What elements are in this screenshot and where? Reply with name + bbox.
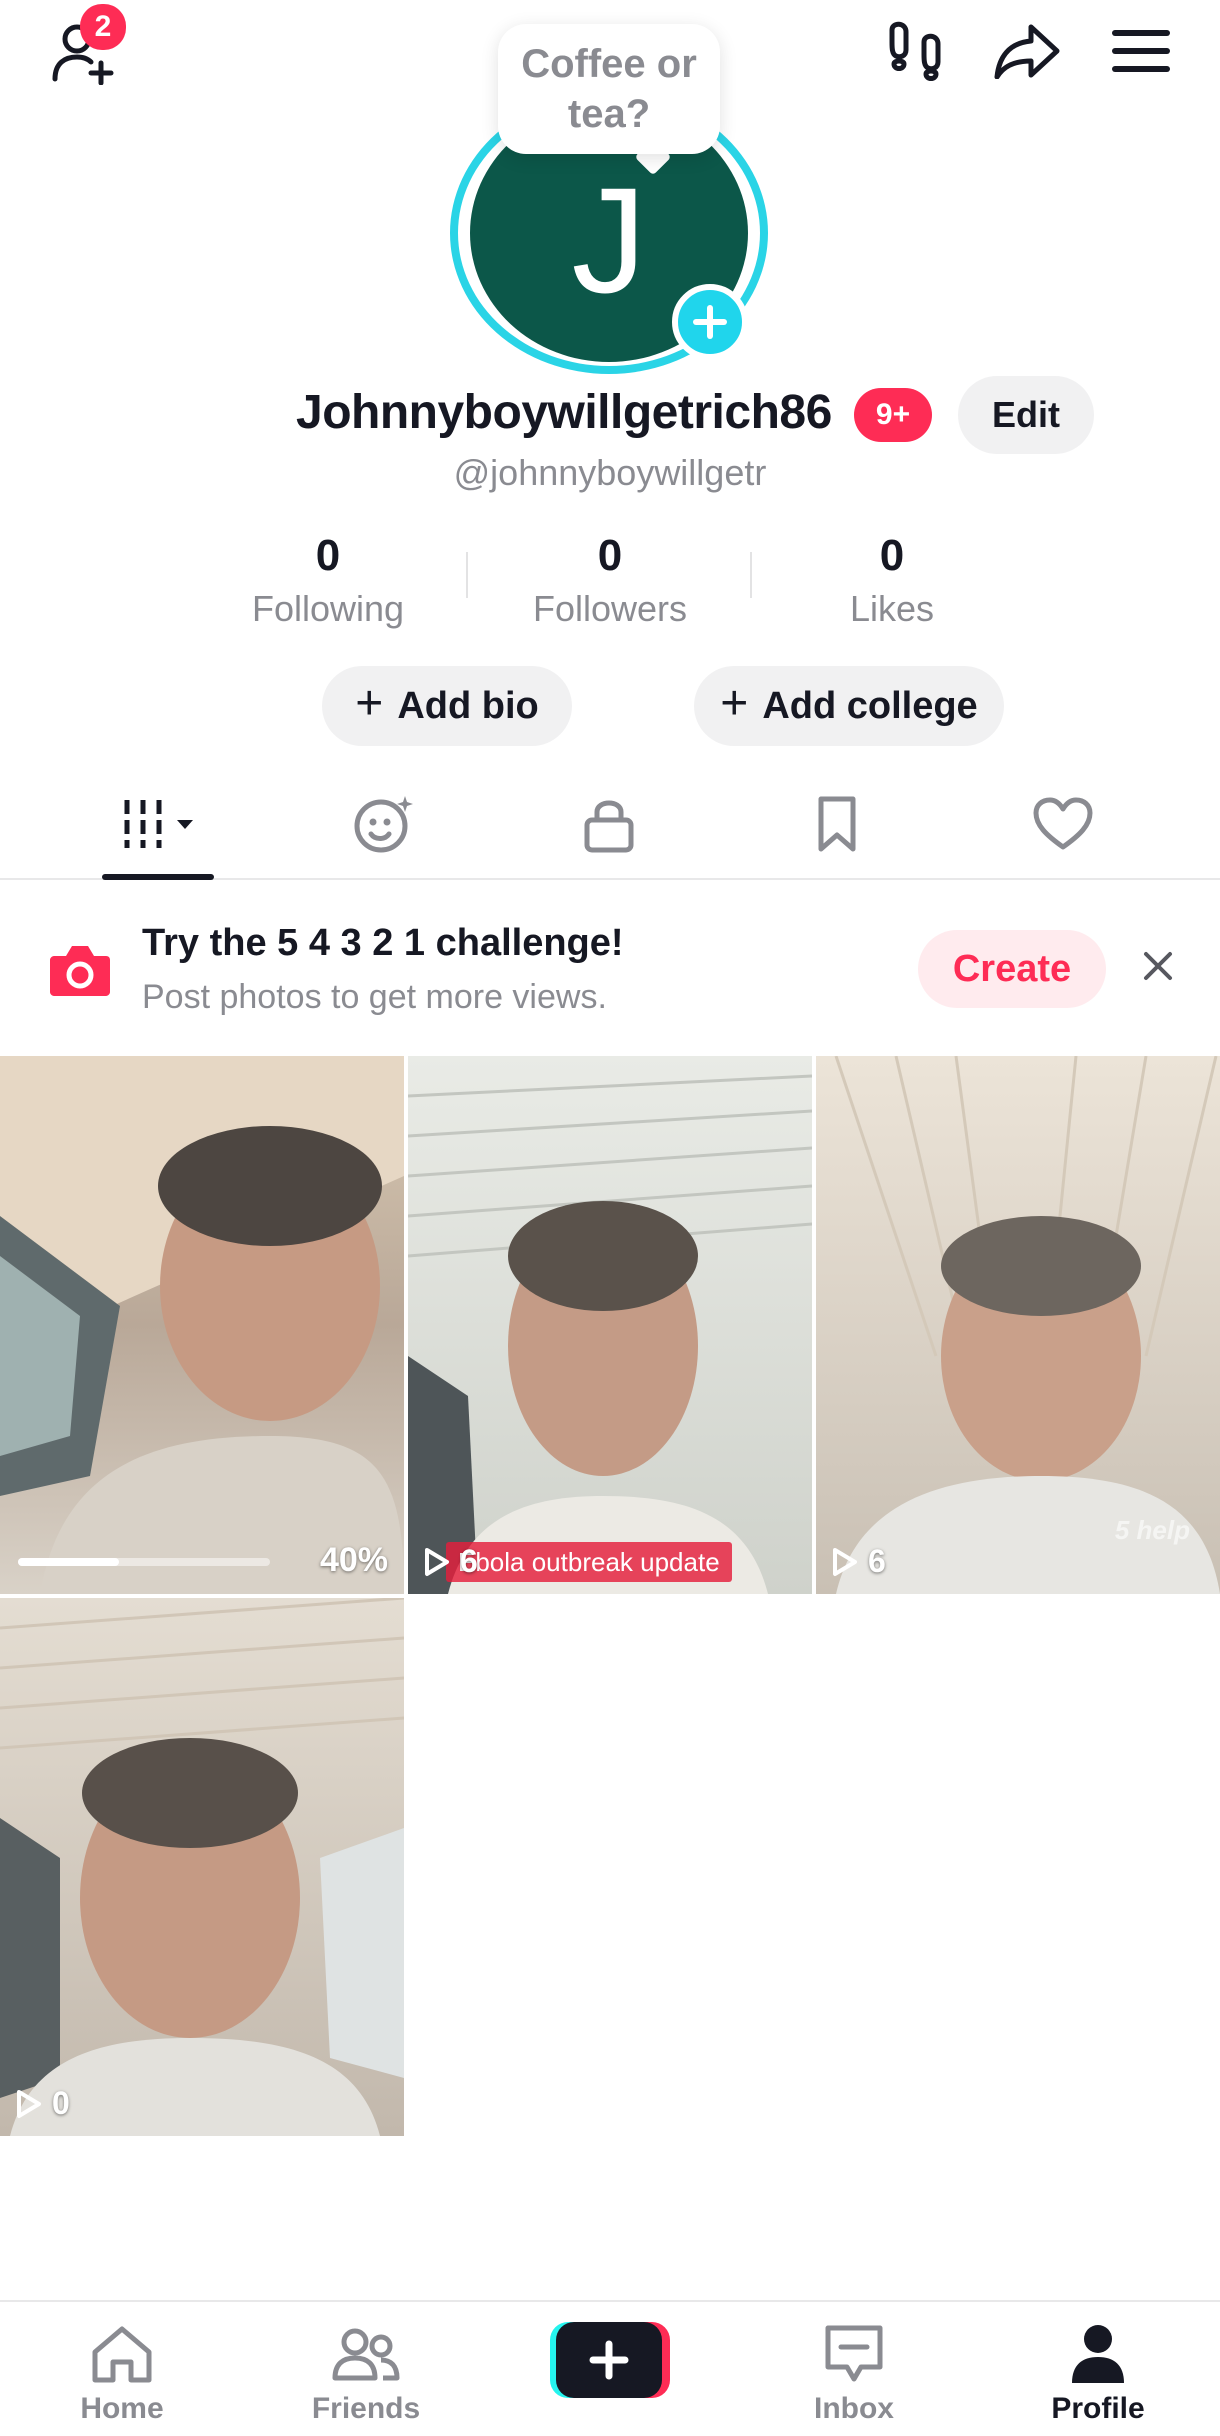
tab-videos[interactable] [46, 768, 272, 880]
tab-favorites[interactable] [724, 768, 950, 880]
tab-private[interactable] [496, 768, 722, 880]
nav-home-label: Home [80, 2392, 164, 2425]
nav-profile-label: Profile [1051, 2392, 1145, 2425]
note-bubble[interactable]: Coffee or tea? [498, 24, 720, 154]
share-profile-button[interactable] [990, 16, 1064, 86]
view-count-value: 6 [868, 1543, 886, 1579]
tab-liked[interactable] [950, 768, 1176, 880]
close-icon[interactable] [1136, 944, 1180, 988]
plus-icon: + [720, 677, 749, 730]
stat-label: Likes [849, 588, 935, 629]
nav-inbox-label: Inbox [814, 2392, 894, 2425]
create-button[interactable]: Create [918, 930, 1106, 1008]
inbox-icon [825, 2325, 883, 2382]
add-bio-button[interactable]: + Add bio [322, 666, 572, 746]
nav-friends-label: Friends [311, 2392, 421, 2425]
upload-progress-fill [18, 1558, 119, 1566]
nav-profile[interactable]: Profile [998, 2302, 1198, 2436]
stat-divider [750, 552, 752, 598]
stat-divider [466, 552, 468, 598]
video-thumbnail[interactable]: 40% [0, 1056, 404, 1594]
share-icon [994, 24, 1060, 79]
menu-icon [1112, 30, 1170, 72]
profile-tabs [0, 768, 1220, 880]
view-count-value: 0 [52, 2085, 70, 2121]
video-thumbnail-image [0, 1598, 404, 2136]
stat-label: Following [251, 588, 405, 629]
video-thumbnail-image [816, 1056, 1220, 1594]
view-count: 6 [832, 1543, 886, 1580]
add-story-button[interactable] [672, 284, 748, 360]
upload-progress-bar [18, 1558, 270, 1566]
play-icon [17, 2089, 41, 2118]
footprints-button[interactable] [880, 16, 950, 86]
video-thumbnail[interactable]: 5 help 6 [816, 1056, 1220, 1594]
add-bio-label: Add bio [397, 684, 539, 727]
camera-icon [50, 946, 110, 996]
liked-heart-icon [1033, 797, 1093, 850]
video-watermark: 5 help [1114, 1515, 1190, 1545]
add-college-button[interactable]: + Add college [694, 666, 1004, 746]
notification-badge[interactable]: 9+ [854, 388, 932, 442]
view-count: 6 [424, 1543, 478, 1580]
view-count: 0 [16, 2085, 70, 2122]
username-handle: @johnnyboywillgetr [453, 452, 767, 493]
private-lock-icon [584, 800, 634, 853]
add-college-label: Add college [762, 684, 978, 727]
video-thumbnail-image [408, 1056, 812, 1594]
play-icon [833, 1547, 857, 1576]
add-friends-badge: 2 [80, 4, 126, 50]
friends-icon [332, 2328, 400, 2381]
upload-progress-label: 40% [319, 1541, 388, 1579]
stat-following[interactable]: 0 Following [208, 530, 448, 632]
banner-subtitle: Post photos to get more views. [142, 978, 607, 1016]
videos-grid-icon [124, 800, 193, 848]
active-tab-indicator [102, 874, 214, 880]
nav-inbox[interactable]: Inbox [754, 2302, 954, 2436]
stat-value: 0 [879, 531, 905, 580]
view-count-value: 6 [460, 1543, 478, 1579]
home-icon [92, 2326, 152, 2383]
nav-home[interactable]: Home [22, 2302, 222, 2436]
stat-value: 0 [315, 531, 341, 580]
stat-label: Followers [532, 588, 688, 629]
nav-friends[interactable]: Friends [266, 2302, 466, 2436]
plus-icon [693, 305, 727, 339]
favorites-bookmark-icon [818, 796, 856, 852]
video-thumbnail[interactable]: Ebola outbreak update 6 [408, 1056, 812, 1594]
stat-followers[interactable]: 0 Followers [490, 530, 730, 632]
footprints-icon [889, 21, 941, 81]
play-icon [425, 1547, 449, 1576]
profile-icon [1072, 2325, 1124, 2383]
menu-button[interactable] [1104, 16, 1178, 86]
avatar-letter: J [571, 155, 647, 324]
challenge-banner[interactable]: Try the 5 4 3 2 1 challenge! Post photos… [0, 882, 1220, 1056]
video-caption: Ebola outbreak update [446, 1542, 732, 1582]
bottom-navigation: Home Friends Inbox Profile [0, 2300, 1220, 2436]
stat-value: 0 [597, 531, 623, 580]
video-thumbnail[interactable]: 0 [0, 1598, 404, 2136]
display-name: Johnnyboywillgetrich86 [296, 386, 832, 439]
stat-likes[interactable]: 0 Likes [772, 530, 1012, 632]
tab-reposts[interactable] [272, 768, 498, 880]
edit-profile-button[interactable]: Edit [958, 376, 1094, 454]
plus-icon: + [355, 677, 384, 730]
create-plus-icon [550, 2322, 670, 2398]
video-thumbnail-image [0, 1056, 404, 1594]
banner-title: Try the 5 4 3 2 1 challenge! [142, 922, 624, 964]
reposts-icon [354, 796, 413, 853]
create-post-button[interactable] [550, 2320, 670, 2400]
